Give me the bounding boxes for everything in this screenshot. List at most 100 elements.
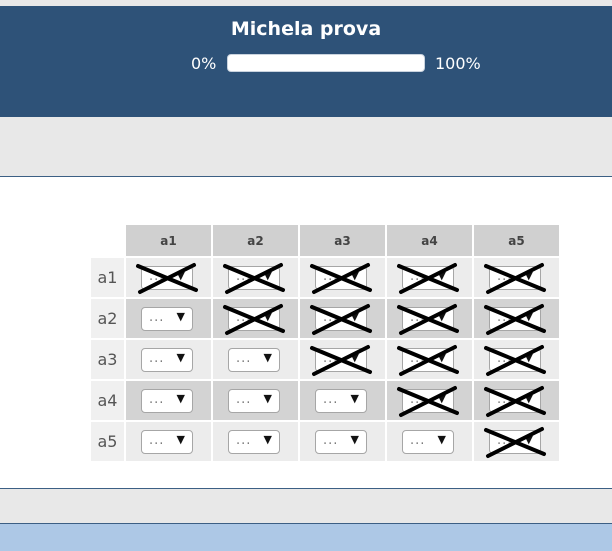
dropdown-arrow-icon: ▼: [524, 269, 533, 282]
rating-dropdown-a5-a4[interactable]: ... ▼: [402, 430, 454, 454]
matrix-cell: ... ▼: [213, 299, 298, 338]
dropdown-arrow-icon: ▼: [263, 310, 272, 323]
rating-dropdown-a2-a2[interactable]: ... ▼: [228, 307, 280, 331]
rating-dropdown-a1-a5[interactable]: ... ▼: [489, 266, 541, 290]
dropdown-arrow-icon: ▼: [176, 310, 185, 323]
rating-dropdown-a2-a5[interactable]: ... ▼: [489, 307, 541, 331]
rating-dropdown-a4-a5[interactable]: ... ▼: [489, 389, 541, 413]
matrix-cell: ... ▼: [213, 258, 298, 297]
dropdown-value: ...: [323, 433, 339, 448]
dropdown-arrow-icon: ▼: [176, 392, 185, 405]
dropdown-value: ...: [323, 310, 339, 325]
progress-min-label: 0%: [191, 54, 217, 73]
matrix-cell: ... ▼: [474, 258, 559, 297]
rating-dropdown-a1-a2[interactable]: ... ▼: [228, 266, 280, 290]
dropdown-value: ...: [236, 433, 252, 448]
column-header-a3: a3: [300, 225, 385, 256]
rating-dropdown-a1-a1[interactable]: ... ▼: [141, 266, 193, 290]
rating-dropdown-a2-a4[interactable]: ... ▼: [402, 307, 454, 331]
matrix-cell: ... ▼: [387, 381, 472, 420]
dropdown-value: ...: [497, 433, 513, 448]
survey-title: Michela prova: [230, 18, 382, 40]
rating-dropdown-a3-a1[interactable]: ... ▼: [141, 348, 193, 372]
dropdown-value: ...: [497, 269, 513, 284]
matrix-cell: ... ▼: [474, 340, 559, 379]
rating-dropdown-a4-a4[interactable]: ... ▼: [402, 389, 454, 413]
rating-dropdown-a5-a5[interactable]: ... ▼: [489, 430, 541, 454]
rating-dropdown-a4-a2[interactable]: ... ▼: [228, 389, 280, 413]
rating-dropdown-a4-a1[interactable]: ... ▼: [141, 389, 193, 413]
matrix-cell: ... ▼: [387, 299, 472, 338]
dropdown-value: ...: [497, 310, 513, 325]
dropdown-arrow-icon: ▼: [350, 392, 359, 405]
matrix-cell: ... ▼: [126, 381, 211, 420]
dropdown-value: ...: [149, 433, 165, 448]
dropdown-arrow-icon: ▼: [437, 392, 446, 405]
matrix-row-a2: a2... ▼... ▼... ▼... ▼... ▼: [91, 299, 559, 338]
column-header-a1: a1: [126, 225, 211, 256]
dropdown-value: ...: [236, 351, 252, 366]
matrix-cell: ... ▼: [126, 340, 211, 379]
matrix-header-row: a1 a2 a3 a4 a5: [91, 225, 559, 256]
dropdown-value: ...: [410, 310, 426, 325]
matrix-cell: ... ▼: [213, 381, 298, 420]
matrix-cell: ... ▼: [387, 258, 472, 297]
dropdown-value: ...: [236, 392, 252, 407]
row-header-a3: a3: [91, 340, 124, 379]
rating-dropdown-a3-a3[interactable]: ... ▼: [315, 348, 367, 372]
dropdown-arrow-icon: ▼: [437, 433, 446, 446]
dropdown-arrow-icon: ▼: [437, 351, 446, 364]
dropdown-arrow-icon: ▼: [350, 433, 359, 446]
dropdown-arrow-icon: ▼: [524, 310, 533, 323]
rating-dropdown-a1-a4[interactable]: ... ▼: [402, 266, 454, 290]
row-header-a4: a4: [91, 381, 124, 420]
dropdown-arrow-icon: ▼: [350, 310, 359, 323]
rating-dropdown-a2-a1[interactable]: ... ▼: [141, 307, 193, 331]
toolbar-area: [0, 117, 612, 177]
matrix-row-a5: a5... ▼... ▼... ▼... ▼... ▼: [91, 422, 559, 461]
dropdown-value: ...: [410, 351, 426, 366]
row-header-a2: a2: [91, 299, 124, 338]
page-footer: [0, 524, 612, 551]
rating-dropdown-a2-a3[interactable]: ... ▼: [315, 307, 367, 331]
matrix-cell: ... ▼: [387, 422, 472, 461]
matrix-cell: ... ▼: [300, 299, 385, 338]
matrix-cell: ... ▼: [126, 422, 211, 461]
dropdown-value: ...: [149, 310, 165, 325]
matrix-row-a3: a3... ▼... ▼... ▼... ▼... ▼: [91, 340, 559, 379]
dropdown-value: ...: [410, 269, 426, 284]
rating-dropdown-a1-a3[interactable]: ... ▼: [315, 266, 367, 290]
progress-max-label: 100%: [435, 54, 481, 73]
matrix-cell: ... ▼: [213, 422, 298, 461]
rating-dropdown-a3-a4[interactable]: ... ▼: [402, 348, 454, 372]
dropdown-arrow-icon: ▼: [176, 351, 185, 364]
dropdown-value: ...: [236, 310, 252, 325]
rating-dropdown-a3-a5[interactable]: ... ▼: [489, 348, 541, 372]
dropdown-arrow-icon: ▼: [263, 351, 272, 364]
matrix-cell: ... ▼: [300, 422, 385, 461]
dropdown-value: ...: [497, 392, 513, 407]
progress-bar: [227, 54, 425, 72]
dropdown-value: ...: [149, 269, 165, 284]
matrix-row-a1: a1... ▼... ▼... ▼... ▼... ▼: [91, 258, 559, 297]
navigation-bar: [0, 488, 612, 524]
rating-dropdown-a5-a1[interactable]: ... ▼: [141, 430, 193, 454]
dropdown-arrow-icon: ▼: [350, 269, 359, 282]
rating-dropdown-a5-a2[interactable]: ... ▼: [228, 430, 280, 454]
dropdown-arrow-icon: ▼: [350, 351, 359, 364]
dropdown-value: ...: [323, 351, 339, 366]
rating-dropdown-a5-a3[interactable]: ... ▼: [315, 430, 367, 454]
dropdown-value: ...: [410, 392, 426, 407]
dropdown-value: ...: [323, 392, 339, 407]
dropdown-arrow-icon: ▼: [176, 433, 185, 446]
dropdown-arrow-icon: ▼: [437, 269, 446, 282]
matrix-cell: ... ▼: [474, 381, 559, 420]
dropdown-arrow-icon: ▼: [263, 392, 272, 405]
matrix-cell: ... ▼: [126, 299, 211, 338]
dropdown-arrow-icon: ▼: [263, 269, 272, 282]
matrix-cell: ... ▼: [213, 340, 298, 379]
column-header-a5: a5: [474, 225, 559, 256]
rating-dropdown-a4-a3[interactable]: ... ▼: [315, 389, 367, 413]
rating-dropdown-a3-a2[interactable]: ... ▼: [228, 348, 280, 372]
question-matrix: a1 a2 a3 a4 a5 a1... ▼... ▼... ▼... ▼... ▼ a2... ▼.…: [89, 223, 561, 463]
